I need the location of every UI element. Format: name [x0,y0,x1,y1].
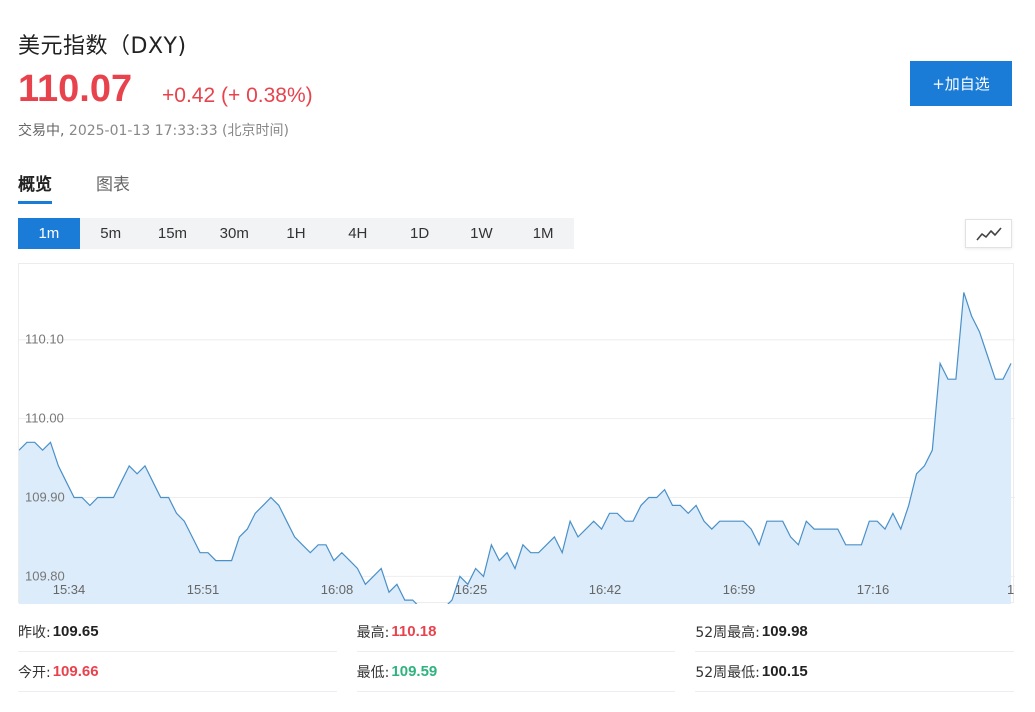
stat-item: 52周最低: 100.15 [695,652,1015,692]
stat-item: 今开: 109.66 [18,652,337,692]
change-percent: (+ 0.38%) [220,84,313,107]
x-tick-label: 16:42 [589,582,622,597]
stat-label: 昨收: [18,624,51,641]
range-button-15m[interactable]: 15m [142,218,204,249]
stat-label: 最低: [356,664,390,681]
x-tick-label: 15:51 [187,582,220,597]
x-tick-label: 15:34 [53,582,86,597]
stat-value: 109.66 [52,663,99,680]
range-button-1m[interactable]: 1m [18,218,80,249]
timestamp: 2025-01-13 17:33:33 (北京时间) [68,123,289,139]
page-title: 美元指数（DXY) [18,34,187,59]
price-chart[interactable]: 110.10 110.00 109.90 109.80 15:34 15:51 16:08… [18,263,1032,609]
range-button-4h[interactable]: 4H [327,218,389,249]
current-price: 110.07 [18,68,133,110]
main-tabs: 概览 图表 [18,168,174,204]
stat-value: 109.59 [391,663,438,680]
stat-value: 100.15 [761,663,808,680]
tab-overview[interactable]: 概览 [18,168,52,204]
stat-item: 最低: 109.59 [356,652,676,692]
stat-label: 52周最高: [695,624,760,641]
change-value: +0.42 [162,84,216,107]
range-button-1d[interactable]: 1D [389,218,451,249]
trading-status: 交易中, 2025-01-13 17:33:33 (北京时间) [18,120,289,140]
y-tick-label: 110.10 [25,332,64,347]
stat-label: 最高: [356,624,390,641]
stat-item: 52周最高: 109.98 [695,612,1015,652]
range-button-1h[interactable]: 1H [265,218,327,249]
x-tick-label: 17:16 [857,582,890,597]
x-tick-label: 16:08 [321,582,354,597]
tab-chart[interactable]: 图表 [96,168,130,204]
add-watchlist-button[interactable]: +加自选 [910,61,1012,106]
range-button-1m[interactable]: 1M [512,218,574,249]
stat-value: 109.98 [761,623,808,640]
stats-table: 昨收: 109.65 最高: 110.18 52周最高: 109.98 今开: 109.66 最… [18,612,1015,692]
range-button-1w[interactable]: 1W [450,218,512,249]
stats-row: 今开: 109.66 最低: 109.59 52周最低: 100.15 [18,652,1015,692]
range-button-30m[interactable]: 30m [203,218,265,249]
y-tick-label: 110.00 [25,411,64,426]
chart-area-fill [19,292,1011,608]
stat-label: 52周最低: [695,664,760,681]
price-change: +0.42 (+ 0.38%) [162,84,313,108]
line-chart-icon [975,226,1002,241]
range-button-5m[interactable]: 5m [80,218,142,249]
y-tick-label: 109.90 [25,490,65,505]
stat-label: 今开: [18,664,51,681]
x-tick-label: 17:3 [1007,582,1015,597]
area-chart: 110.10110.00109.90109.80 15:34 15:51 16:08… [18,292,1032,609]
stats-row: 昨收: 109.65 最高: 110.18 52周最高: 109.98 [18,612,1015,652]
stat-value: 110.18 [391,623,437,640]
time-range-selector: 1m 5m 15m 30m 1H 4H 1D 1W 1M [18,218,574,249]
chart-type-button[interactable] [965,219,1012,248]
stat-item: 昨收: 109.65 [18,612,337,652]
status-label: 交易中, [18,123,65,139]
stat-value: 109.65 [52,623,99,640]
x-tick-label: 16:25 [455,582,488,597]
x-tick-label: 16:59 [723,582,756,597]
stat-item: 最高: 110.18 [356,612,676,652]
